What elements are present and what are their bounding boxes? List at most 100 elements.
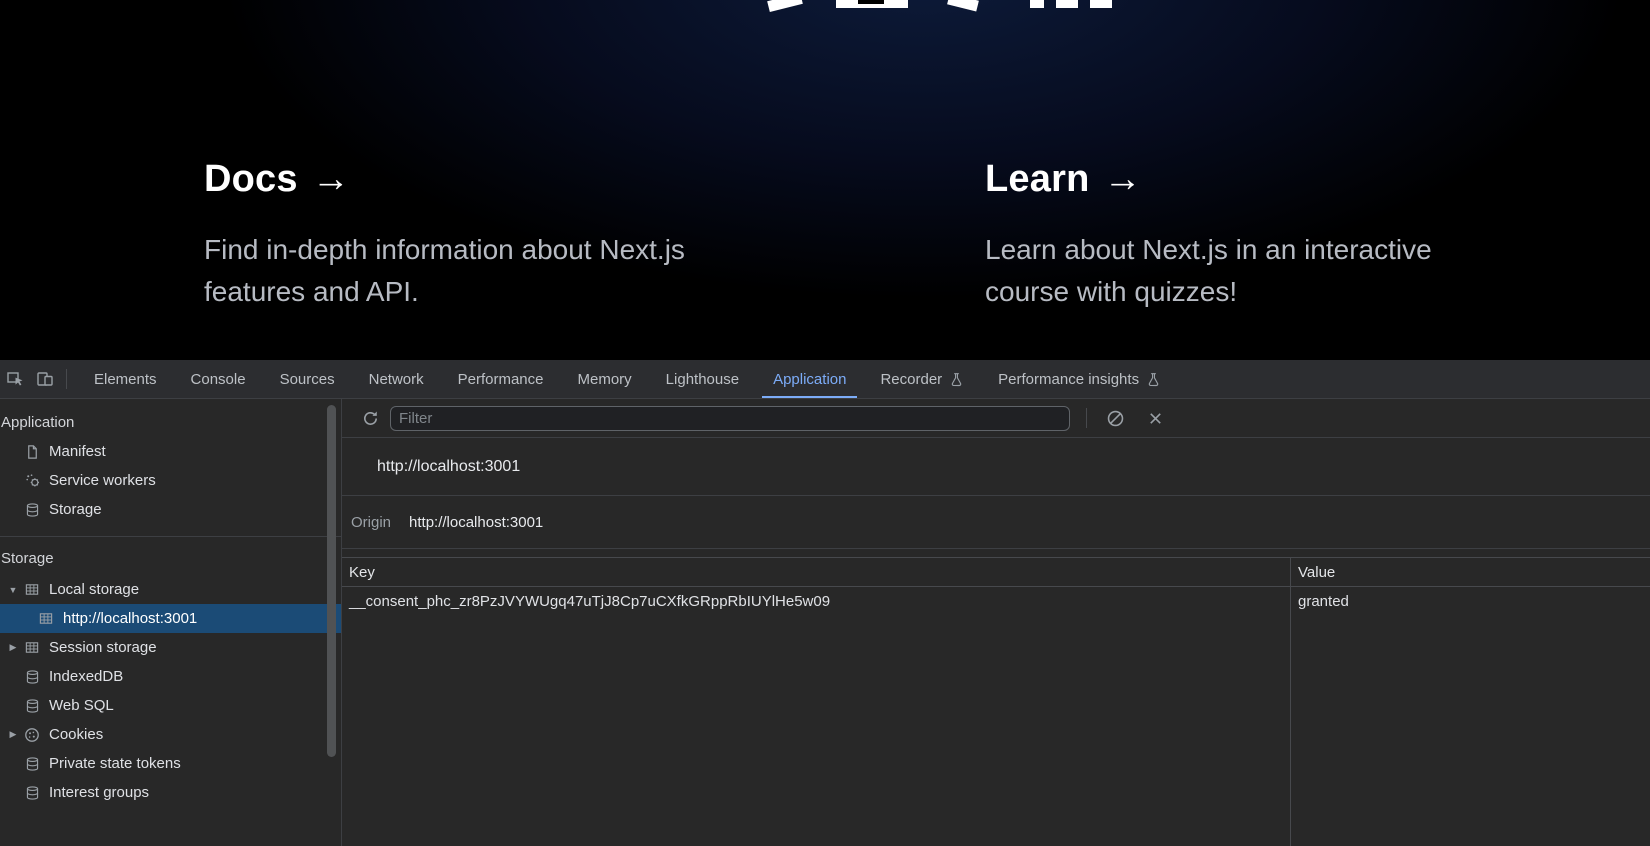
grid-header-row: Key Value — [342, 558, 1650, 587]
tab-elements[interactable]: Elements — [77, 360, 174, 398]
learn-card[interactable]: Learn → Learn about Next.js in an intera… — [985, 158, 1485, 313]
database-icon — [22, 784, 42, 802]
tab-sources[interactable]: Sources — [263, 360, 352, 398]
sidebar-section-application: Application — [1, 413, 75, 431]
tab-label: Application — [773, 370, 847, 388]
device-toolbar-icon[interactable] — [30, 360, 60, 398]
grid-rows: __consent_phc_zr8PzJVYWUgq47uTjJ8Cp7uCXf… — [342, 587, 1650, 616]
sidebar-item-service-workers[interactable]: Service workers — [0, 466, 341, 495]
application-sidebar: Application Manifest Service workers Storag… — [0, 399, 342, 846]
tab-recorder[interactable]: Recorder — [863, 360, 981, 398]
table-icon — [36, 610, 56, 628]
tab-network[interactable]: Network — [352, 360, 441, 398]
sidebar-item-label: Web SQL — [49, 697, 114, 714]
logo-fragment — [1090, 0, 1112, 8]
sidebar-item-label: Cookies — [49, 726, 104, 743]
database-icon — [22, 501, 42, 519]
table-row[interactable]: __consent_phc_zr8PzJVYWUgq47uTjJ8Cp7uCXf… — [342, 587, 1650, 616]
tab-label: Sources — [279, 370, 335, 388]
tab-label: Network — [368, 370, 424, 388]
devtools-panel: Elements Console Sources Network Performance… — [0, 360, 1650, 846]
value-column-header[interactable]: Value — [1290, 564, 1650, 581]
tab-performance-insights[interactable]: Performance insights — [981, 360, 1178, 398]
nextjs-hero-section: Docs → Find in-depth information about N… — [0, 0, 1650, 360]
sidebar-item-local-storage[interactable]: ▼ Local storage — [0, 575, 341, 604]
hero-clipped-graphic — [0, 0, 1650, 14]
tab-application[interactable]: Application — [756, 360, 863, 398]
logo-fragment — [1030, 0, 1044, 8]
sidebar-scrollbar[interactable] — [327, 405, 336, 757]
sidebar-item-label: Interest groups — [49, 784, 150, 801]
refresh-icon[interactable] — [356, 404, 384, 432]
experiment-flask-icon — [949, 372, 964, 387]
sidebar-item-label: Manifest — [49, 443, 106, 460]
sidebar-item-label: http://localhost:3001 — [63, 610, 198, 627]
docs-title-text: Docs — [204, 158, 298, 200]
table-icon — [22, 639, 42, 657]
filter-input[interactable] — [390, 405, 1070, 431]
sidebar-item-label: IndexedDB — [49, 668, 124, 685]
tab-label: Memory — [577, 370, 632, 388]
key-cell: __consent_phc_zr8PzJVYWUgq47uTjJ8Cp7uCXf… — [349, 593, 831, 610]
toolbar-separator — [1086, 408, 1087, 428]
expander-closed-icon[interactable]: ▶ — [4, 729, 22, 740]
expander-open-icon[interactable]: ▼ — [4, 585, 22, 595]
sidebar-tree: Application Manifest Service workers Storag… — [0, 399, 341, 807]
sidebar-item-session-storage[interactable]: ▶ Session storage — [0, 633, 341, 662]
origin-metadata-row: Origin http://localhost:3001 — [342, 496, 1650, 549]
devtools-tabs: Elements Console Sources Network Performance… — [77, 360, 1178, 398]
database-icon — [22, 668, 42, 686]
sidebar-item-interest-groups[interactable]: Interest groups — [0, 778, 341, 807]
sidebar-item-http-localhost-3001[interactable]: http://localhost:3001 — [0, 604, 341, 633]
sidebar-item-storage[interactable]: Storage — [0, 495, 341, 524]
sidebar-section-storage: Storage — [0, 536, 341, 575]
docs-card-title: Docs → — [204, 158, 744, 201]
arrow-right-icon: → — [311, 158, 350, 200]
learn-card-title: Learn → — [985, 158, 1485, 201]
table-icon — [22, 581, 42, 599]
tab-lighthouse[interactable]: Lighthouse — [649, 360, 756, 398]
key-column-header[interactable]: Key — [342, 564, 1290, 581]
tab-label: Lighthouse — [665, 370, 740, 388]
tab-label: Performance — [457, 370, 544, 388]
experiment-flask-icon — [1146, 372, 1161, 387]
clear-all-icon[interactable] — [1101, 404, 1129, 432]
sidebar-item-label: Local storage — [49, 581, 140, 598]
origin-label: Origin — [351, 513, 392, 531]
expander-closed-icon[interactable]: ▶ — [4, 642, 22, 653]
sidebar-item-web-sql[interactable]: Web SQL — [0, 691, 341, 720]
sidebar-item-indexeddb[interactable]: IndexedDB — [0, 662, 341, 691]
logo-fragment — [767, 0, 803, 12]
origin-value: http://localhost:3001 — [409, 513, 544, 531]
tab-label: Elements — [94, 370, 157, 388]
tab-console[interactable]: Console — [174, 360, 263, 398]
tab-label: Performance insights — [998, 370, 1140, 388]
inspect-element-icon[interactable] — [0, 360, 30, 398]
docs-card[interactable]: Docs → Find in-depth information about N… — [204, 158, 744, 313]
storage-origin-label: http://localhost:3001 — [377, 457, 521, 475]
toolbar-separator — [66, 369, 67, 389]
tab-performance[interactable]: Performance — [441, 360, 561, 398]
sidebar-item-cookies[interactable]: ▶ Cookies — [0, 720, 341, 749]
tab-label: Recorder — [880, 370, 943, 388]
arrow-right-icon: → — [1103, 158, 1142, 200]
storage-data-grid: Key Value __consent_phc_zr8PzJVYWUgq47uT… — [342, 557, 1650, 846]
sidebar-item-label: Storage — [49, 501, 102, 518]
column-divider[interactable] — [1290, 558, 1291, 846]
storage-origin-item[interactable]: http://localhost:3001 — [342, 438, 1650, 496]
sidebar-item-label: Service workers — [49, 472, 156, 489]
value-cell: granted — [1298, 593, 1349, 610]
tab-memory[interactable]: Memory — [561, 360, 649, 398]
storage-main-panel: http://localhost:3001 Origin http://loca… — [342, 399, 1650, 846]
learn-title-text: Learn — [985, 158, 1090, 200]
logo-fragment — [1056, 0, 1078, 8]
learn-card-description: Learn about Next.js in an interactive co… — [985, 234, 1432, 307]
sidebar-item-private-state-tokens[interactable]: Private state tokens — [0, 749, 341, 778]
devtools-body: Application Manifest Service workers Storag… — [0, 399, 1650, 846]
sidebar-item-manifest[interactable]: Manifest — [0, 437, 341, 466]
database-icon — [22, 697, 42, 715]
delete-selected-icon[interactable] — [1141, 404, 1169, 432]
logo-fragment — [858, 0, 884, 4]
document-icon — [22, 443, 42, 461]
database-icon — [22, 755, 42, 773]
